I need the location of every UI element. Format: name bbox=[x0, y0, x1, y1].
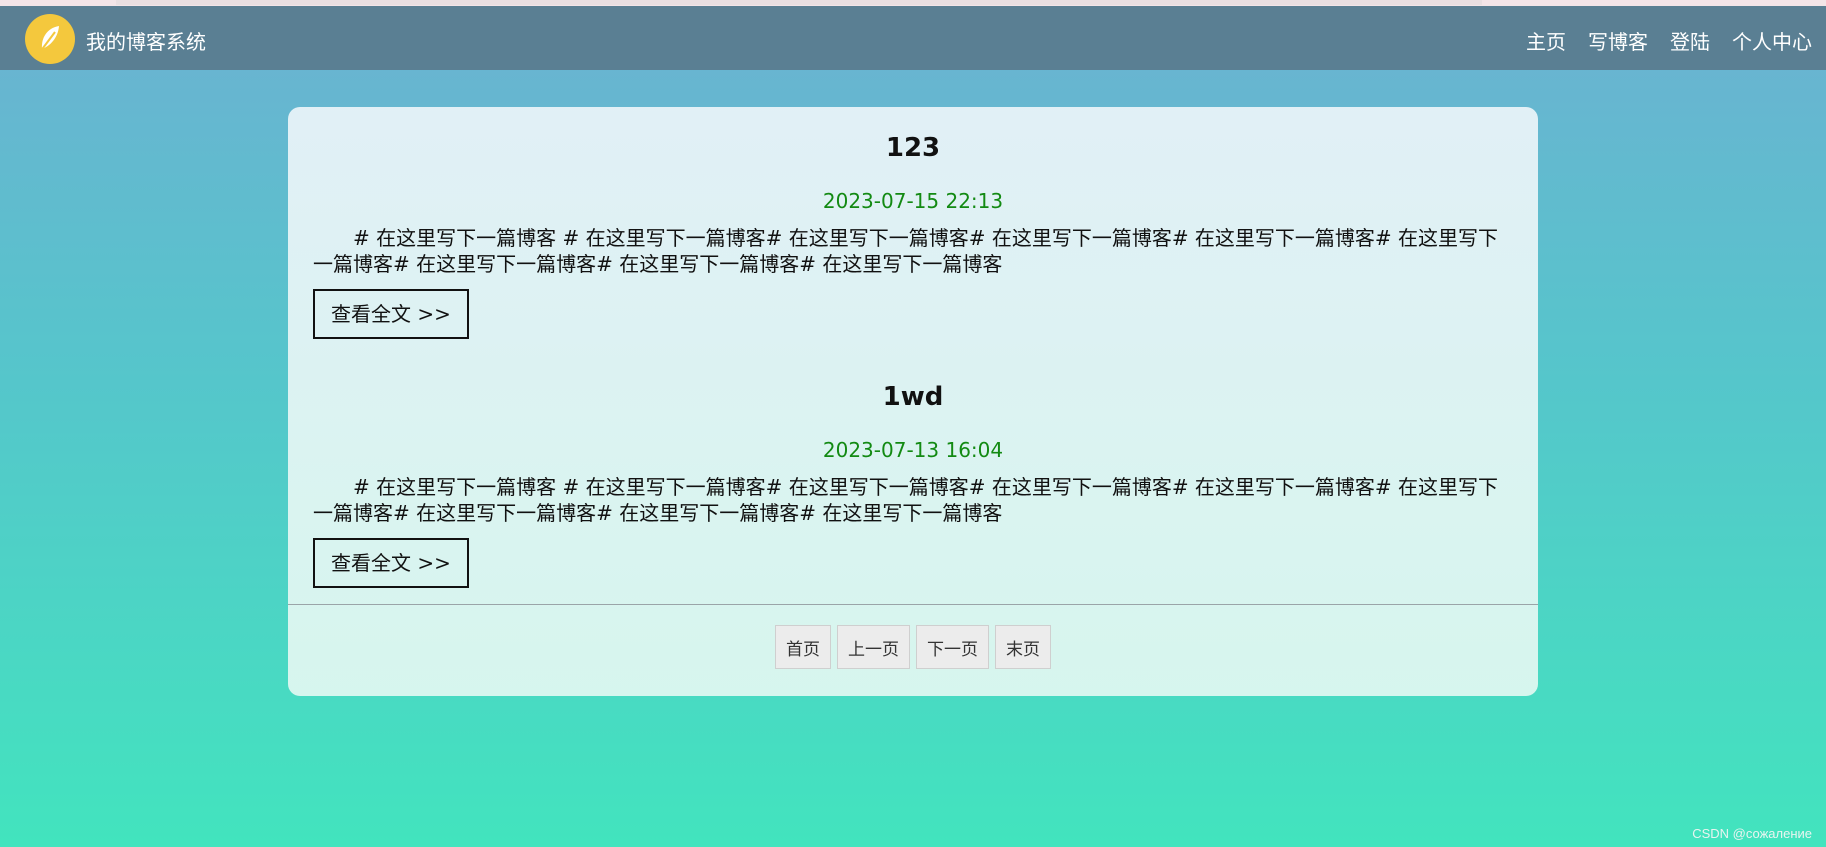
read-more-button[interactable]: 查看全文 >> bbox=[313, 538, 469, 588]
blog-list-panel: 123 2023-07-15 22:13 # 在这里写下一篇博客 # 在这里写下… bbox=[288, 107, 1538, 696]
pagination: 首页 上一页 下一页 末页 bbox=[288, 625, 1538, 669]
nav-links: 主页 写博客 登陆 个人中心 bbox=[1526, 26, 1812, 55]
blog-post-item: 123 2023-07-15 22:13 # 在这里写下一篇博客 # 在这里写下… bbox=[313, 133, 1513, 339]
feather-icon bbox=[39, 26, 59, 53]
post-summary: # 在这里写下一篇博客 # 在这里写下一篇博客# 在这里写下一篇博客# 在这里写… bbox=[313, 226, 1499, 276]
site-title: 我的博客系统 bbox=[86, 30, 206, 54]
blog-post-item: 1wd 2023-07-13 16:04 # 在这里写下一篇博客 # 在这里写下… bbox=[313, 382, 1513, 588]
browser-top-strip-inner bbox=[116, 0, 1482, 5]
nav-link-home[interactable]: 主页 bbox=[1526, 26, 1566, 55]
feather-logo-icon[interactable] bbox=[25, 14, 75, 64]
nav-link-write-blog[interactable]: 写博客 bbox=[1588, 26, 1648, 55]
prev-page-button[interactable]: 上一页 bbox=[837, 625, 910, 669]
post-date: 2023-07-13 16:04 bbox=[822, 438, 1004, 462]
first-page-button[interactable]: 首页 bbox=[775, 625, 831, 669]
next-page-button[interactable]: 下一页 bbox=[916, 625, 989, 669]
watermark: CSDN @сожаление bbox=[1692, 826, 1812, 841]
post-title[interactable]: 123 bbox=[313, 133, 1513, 163]
nav-link-login[interactable]: 登陆 bbox=[1670, 26, 1710, 55]
nav-link-user-center[interactable]: 个人中心 bbox=[1732, 26, 1812, 55]
last-page-button[interactable]: 末页 bbox=[995, 625, 1051, 669]
post-summary: # 在这里写下一篇博客 # 在这里写下一篇博客# 在这里写下一篇博客# 在这里写… bbox=[313, 475, 1499, 525]
top-navbar: 我的博客系统 主页 写博客 登陆 个人中心 bbox=[0, 6, 1826, 70]
post-title[interactable]: 1wd bbox=[313, 382, 1513, 412]
read-more-button[interactable]: 查看全文 >> bbox=[313, 289, 469, 339]
pager-divider bbox=[288, 604, 1538, 605]
post-date: 2023-07-15 22:13 bbox=[822, 189, 1004, 213]
